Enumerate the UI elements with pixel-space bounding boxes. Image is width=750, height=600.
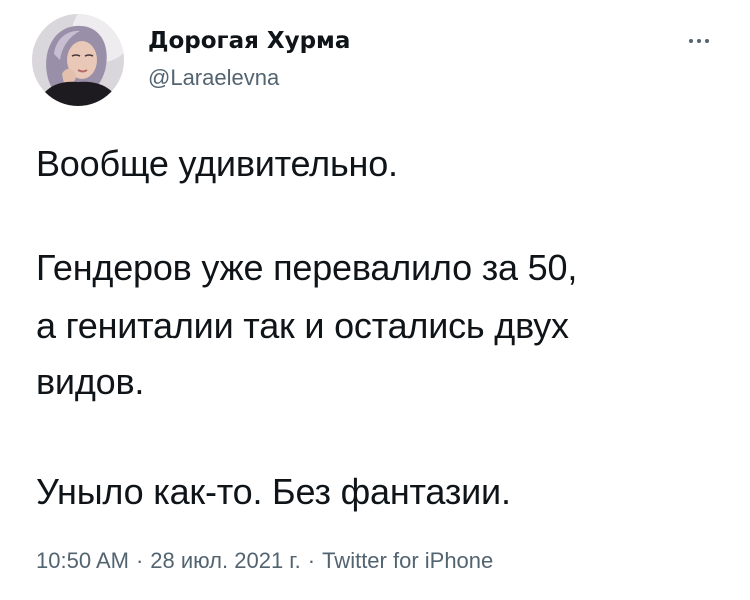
tweet-text-line-3: а гениталии так и остались двух bbox=[36, 305, 569, 346]
display-name[interactable]: Дорогая Хурма bbox=[148, 27, 350, 55]
separator: · bbox=[307, 548, 316, 573]
avatar[interactable] bbox=[32, 14, 124, 106]
tweet-text-line-4: видов. bbox=[36, 361, 145, 402]
tweet: Дорогая Хурма @Laraelevna Вообще удивите… bbox=[0, 0, 750, 600]
tweet-source[interactable]: Twitter for iPhone bbox=[322, 548, 493, 573]
more-options-icon[interactable] bbox=[679, 22, 719, 58]
tweet-date[interactable]: 28 июл. 2021 г. bbox=[150, 548, 300, 573]
tweet-metadata: 10:50 AM · 28 июл. 2021 г. · Twitter for iPh… bbox=[36, 546, 493, 576]
tweet-text-line-5: Уныло как-то. Без фантазии. bbox=[36, 471, 511, 512]
tweet-text-line-1: Вообще удивительно. bbox=[36, 143, 398, 184]
profile-photo-icon bbox=[32, 14, 124, 106]
tweet-time[interactable]: 10:50 AM bbox=[36, 548, 129, 573]
separator: · bbox=[135, 548, 144, 573]
tweet-text-line-2: Гендеров уже перевалило за 50, bbox=[36, 247, 578, 288]
user-handle[interactable]: @Laraelevna bbox=[148, 64, 279, 92]
